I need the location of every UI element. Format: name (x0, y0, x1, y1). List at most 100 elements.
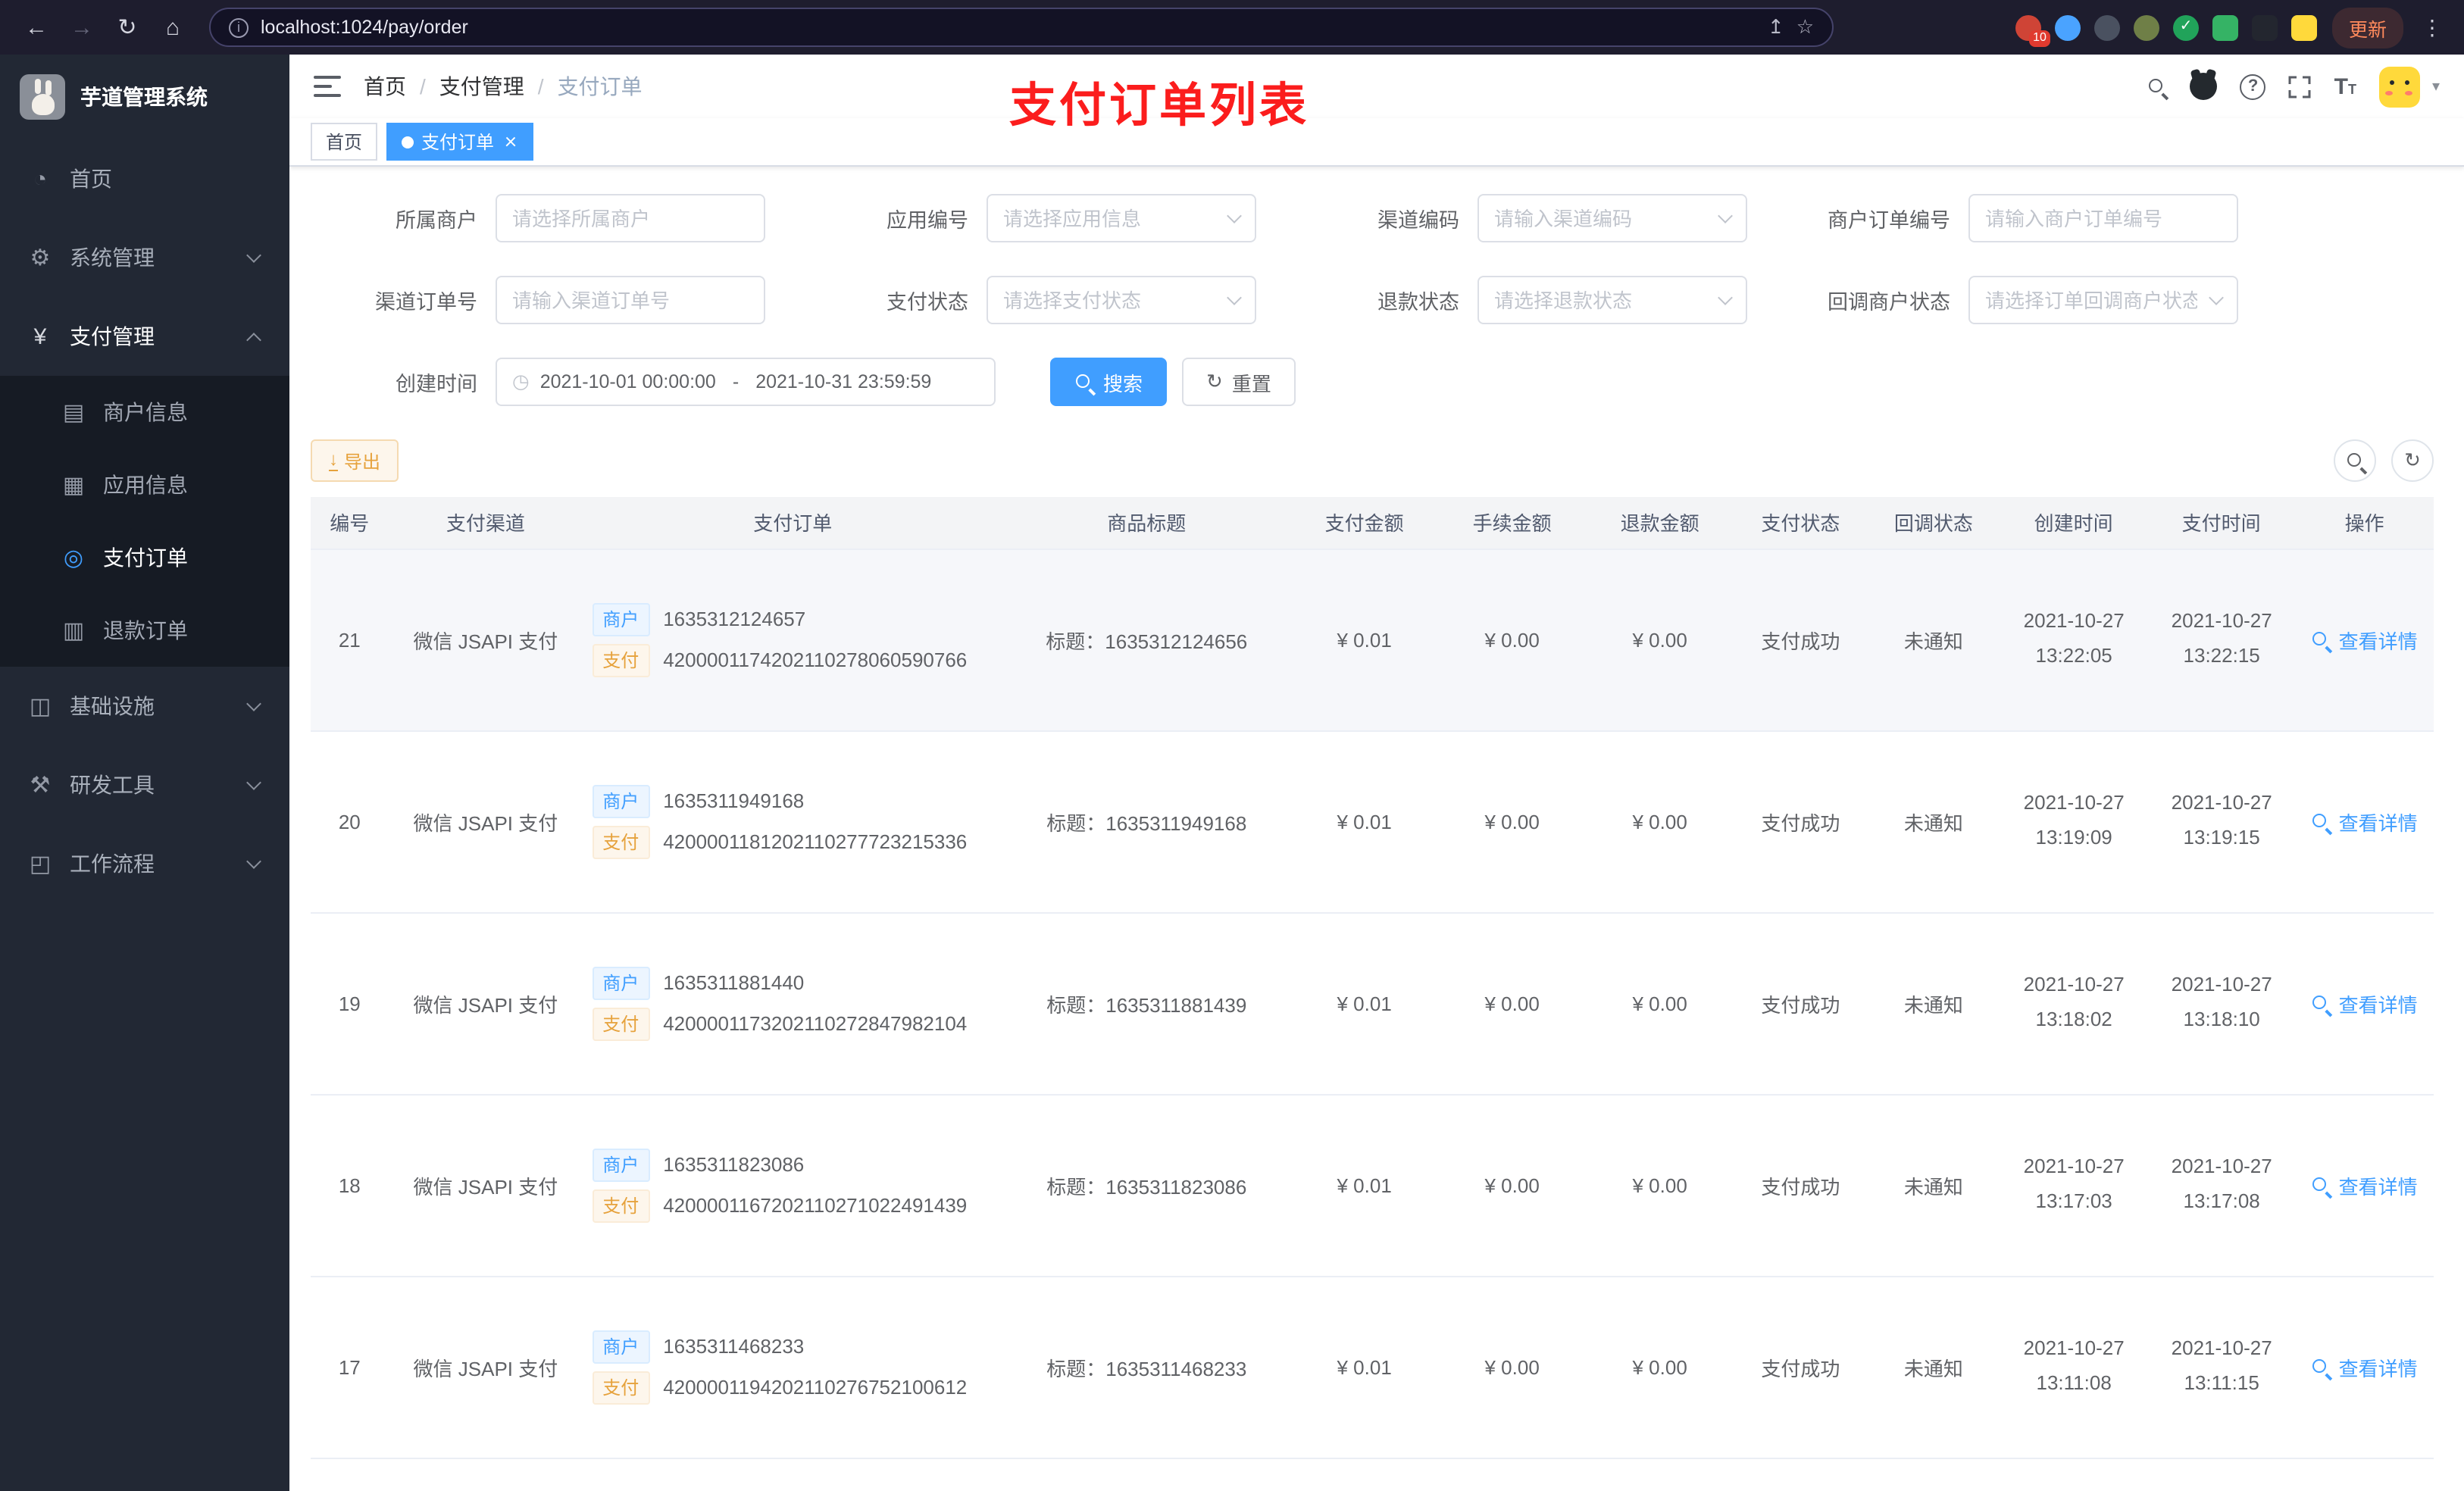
table-row[interactable]: 21 微信 JSAPI 支付 商户 1635312124657 支付 42000… (311, 549, 2434, 731)
extension-icon[interactable]: ✓ (2172, 14, 2199, 40)
top-navbar: 首页 / 支付管理 / 支付订单 ? TT ▾ (289, 55, 2464, 118)
cell-id: 18 (311, 1094, 389, 1277)
export-button[interactable]: ↓ 导出 (311, 439, 399, 482)
back-button[interactable]: ← (18, 9, 55, 45)
search-icon[interactable] (2148, 77, 2168, 96)
avatar[interactable] (2378, 66, 2420, 107)
close-icon[interactable] (502, 133, 518, 150)
app-logo[interactable]: 芋道管理系统 (0, 55, 289, 139)
extension-icon[interactable] (2290, 14, 2317, 40)
filter-input[interactable] (497, 195, 764, 241)
cell-refund: ¥ 0.00 (1586, 730, 1734, 913)
view-detail-link[interactable]: 查看详情 (2312, 1352, 2418, 1381)
main-area: 支付订单列表 首页 / 支付管理 / 支付订单 ? TT ▾ 首页 支付订单 所… (289, 55, 2464, 1491)
forward-button[interactable]: → (64, 9, 100, 45)
filter-label: 渠道订单号 (375, 291, 477, 314)
extension-icon[interactable] (2133, 14, 2159, 40)
date-range-picker[interactable]: ◷ 2021-10-01 00:00:00 - 2021-10-31 23:59… (496, 358, 996, 406)
fullscreen-icon[interactable] (2289, 75, 2312, 98)
sidebar-item[interactable]: ¥ 支付管理 (0, 297, 289, 376)
cell-refund: ¥ 0.00 (1586, 1276, 1734, 1458)
address-bar[interactable]: i localhost:1024/pay/order ↥ ☆ (209, 8, 1834, 47)
toggle-search-button[interactable] (2334, 439, 2376, 482)
menu-label: 系统管理 (70, 245, 155, 270)
cell-fee: ¥ 0.00 (1438, 730, 1587, 913)
sidebar-item[interactable]: ◔ 首页 (0, 139, 289, 218)
filter-input[interactable] (497, 277, 764, 323)
sidebar-item[interactable]: ▤ 商户信息 (0, 376, 289, 449)
view-detail-link[interactable]: 查看详情 (2312, 989, 2418, 1017)
update-button[interactable]: 更新 (2331, 7, 2403, 48)
caret-down-icon[interactable]: ▾ (2432, 78, 2440, 95)
reset-button[interactable]: ↻ 重置 (1182, 358, 1296, 406)
cell-created-time: 2021-10-27 13:18:02 (2000, 912, 2148, 1095)
filter-label: 创建时间 (396, 373, 477, 395)
search-button[interactable]: 搜索 (1050, 358, 1168, 406)
filter-label: 回调商户状态 (1828, 291, 1950, 314)
help-icon[interactable]: ? (2240, 73, 2266, 99)
sidebar-item[interactable]: ⚙ 系统管理 (0, 218, 289, 297)
bookmark-star-icon[interactable]: ☆ (1796, 15, 1814, 39)
tab-label: 首页 (326, 132, 363, 153)
filter-input[interactable] (1479, 277, 1746, 323)
extension-icon[interactable] (2212, 14, 2238, 40)
table-row[interactable]: 20 微信 JSAPI 支付 商户 1635311949168 支付 42000… (311, 730, 2434, 913)
extension-icon[interactable]: 10 (2015, 14, 2050, 46)
extension-icon[interactable] (2251, 14, 2278, 40)
breadcrumb-item-home[interactable]: 首页 (364, 71, 406, 102)
menu-label: 支付管理 (70, 324, 155, 349)
breadcrumb-separator: / (537, 74, 544, 98)
sidebar-item[interactable]: ▥ 退款订单 (0, 594, 289, 667)
filter-control[interactable] (1477, 194, 1747, 242)
sidebar-item[interactable]: ◎ 支付订单 (0, 521, 289, 594)
sidebar-item[interactable]: ⚒ 研发工具 (0, 746, 289, 824)
home-button[interactable]: ⌂ (155, 9, 191, 45)
filter-input[interactable] (1479, 195, 1746, 241)
search-icon (2312, 993, 2331, 1013)
filter-input[interactable] (1970, 195, 2237, 241)
filter-input[interactable] (988, 195, 1255, 241)
filter-input[interactable] (1970, 277, 2237, 323)
view-detail-link[interactable]: 查看详情 (2312, 807, 2418, 836)
table-row[interactable]: 17 微信 JSAPI 支付 商户 1635311468233 支付 42000… (311, 1276, 2434, 1458)
filter-control[interactable] (987, 276, 1256, 324)
extension-icon[interactable] (2054, 14, 2081, 40)
tab[interactable]: 首页 (311, 123, 378, 161)
sidebar-item[interactable]: ▦ 应用信息 (0, 449, 289, 521)
filter-control[interactable] (1968, 194, 2238, 242)
sidebar-item[interactable]: ◫ 基础设施 (0, 667, 289, 746)
cell-fee: ¥ 0.00 (1438, 549, 1587, 731)
tab[interactable]: 支付订单 (386, 123, 534, 161)
column-header: 支付状态 (1734, 497, 1868, 549)
share-icon[interactable]: ↥ (1768, 15, 1784, 39)
sidebar-menu: ◔ 首页 ⚙ 系统管理 ¥ 支付管理 ▤ 商户信息 ▦ 应用信息 ◎ 支付订单 … (0, 139, 289, 903)
sidebar-collapse-button[interactable] (314, 76, 341, 97)
github-icon[interactable] (2190, 73, 2218, 100)
date-start-value: 2021-10-01 00:00:00 (539, 371, 716, 392)
reload-button[interactable]: ↻ (109, 9, 145, 45)
cell-notify-status: 未通知 (1867, 912, 2000, 1095)
cell-status: 支付成功 (1734, 912, 1868, 1095)
filter-control[interactable] (496, 276, 765, 324)
browser-menu-icon[interactable]: ⋮ (2419, 14, 2446, 40)
refresh-table-button[interactable]: ↻ (2391, 439, 2434, 482)
cell-id (311, 1458, 389, 1491)
filter-control[interactable] (1968, 276, 2238, 324)
view-detail-link[interactable]: 查看详情 (2312, 1171, 2418, 1199)
filter-control[interactable] (1477, 276, 1747, 324)
filter-control[interactable] (987, 194, 1256, 242)
site-info-icon[interactable]: i (229, 17, 249, 37)
font-size-icon[interactable]: TT (2334, 73, 2356, 99)
view-detail-link[interactable]: 查看详情 (2312, 625, 2418, 654)
sidebar-item[interactable]: ◰ 工作流程 (0, 824, 289, 903)
table-row[interactable]: 商户 1635311571796 (311, 1458, 2434, 1491)
search-icon (1074, 372, 1094, 392)
merchant-order-no: 1635311881440 (663, 971, 805, 994)
extension-icon[interactable] (2093, 14, 2120, 40)
filter-input[interactable] (988, 277, 1255, 323)
table-row[interactable]: 18 微信 JSAPI 支付 商户 1635311823086 支付 42000… (311, 1094, 2434, 1277)
table-row[interactable]: 19 微信 JSAPI 支付 商户 1635311881440 支付 42000… (311, 912, 2434, 1095)
filter-control[interactable] (496, 194, 765, 242)
cell-fee: ¥ 0.00 (1438, 1094, 1587, 1277)
cell-title: 标题：1635311881439 (1002, 912, 1291, 1095)
